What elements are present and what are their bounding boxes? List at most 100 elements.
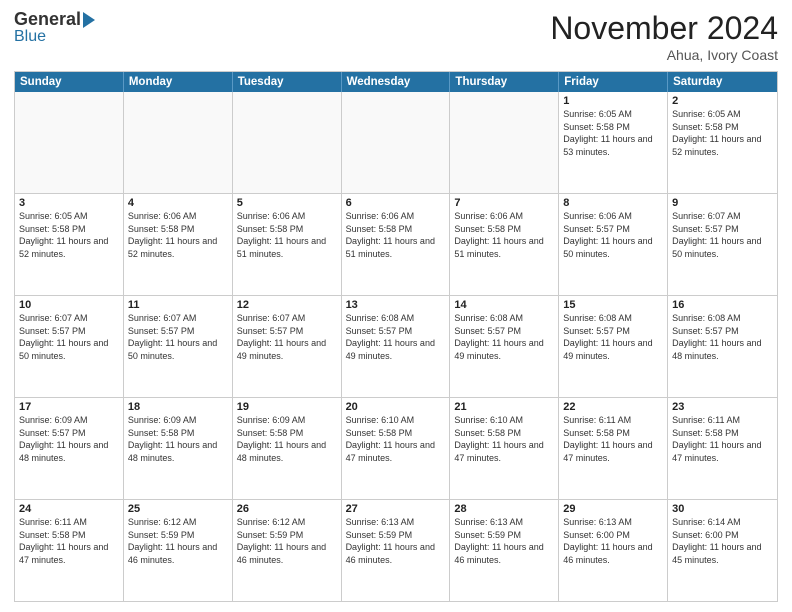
day-number: 1 [563, 95, 663, 107]
day-number: 8 [563, 197, 663, 209]
calendar-row: 17Sunrise: 6:09 AM Sunset: 5:57 PM Dayli… [15, 398, 777, 500]
calendar-cell: 7Sunrise: 6:06 AM Sunset: 5:58 PM Daylig… [450, 194, 559, 295]
day-number: 2 [672, 95, 773, 107]
day-number: 28 [454, 503, 554, 515]
day-info: Sunrise: 6:09 AM Sunset: 5:57 PM Dayligh… [19, 414, 119, 464]
calendar-cell: 2Sunrise: 6:05 AM Sunset: 5:58 PM Daylig… [668, 92, 777, 193]
calendar-cell: 8Sunrise: 6:06 AM Sunset: 5:57 PM Daylig… [559, 194, 668, 295]
calendar-cell: 16Sunrise: 6:08 AM Sunset: 5:57 PM Dayli… [668, 296, 777, 397]
day-info: Sunrise: 6:06 AM Sunset: 5:58 PM Dayligh… [237, 210, 337, 260]
day-info: Sunrise: 6:12 AM Sunset: 5:59 PM Dayligh… [128, 516, 228, 566]
day-number: 10 [19, 299, 119, 311]
calendar-cell: 28Sunrise: 6:13 AM Sunset: 5:59 PM Dayli… [450, 500, 559, 601]
calendar-cell [233, 92, 342, 193]
day-number: 9 [672, 197, 773, 209]
calendar-cell: 3Sunrise: 6:05 AM Sunset: 5:58 PM Daylig… [15, 194, 124, 295]
calendar-cell [342, 92, 451, 193]
day-info: Sunrise: 6:13 AM Sunset: 6:00 PM Dayligh… [563, 516, 663, 566]
calendar-cell: 1Sunrise: 6:05 AM Sunset: 5:58 PM Daylig… [559, 92, 668, 193]
day-info: Sunrise: 6:09 AM Sunset: 5:58 PM Dayligh… [237, 414, 337, 464]
day-info: Sunrise: 6:08 AM Sunset: 5:57 PM Dayligh… [672, 312, 773, 362]
day-info: Sunrise: 6:06 AM Sunset: 5:58 PM Dayligh… [454, 210, 554, 260]
day-number: 25 [128, 503, 228, 515]
calendar-header-cell: Tuesday [233, 72, 342, 92]
calendar-cell: 6Sunrise: 6:06 AM Sunset: 5:58 PM Daylig… [342, 194, 451, 295]
calendar-cell: 20Sunrise: 6:10 AM Sunset: 5:58 PM Dayli… [342, 398, 451, 499]
logo: General Blue [14, 10, 95, 46]
day-info: Sunrise: 6:06 AM Sunset: 5:58 PM Dayligh… [128, 210, 228, 260]
calendar-cell: 19Sunrise: 6:09 AM Sunset: 5:58 PM Dayli… [233, 398, 342, 499]
calendar-cell [124, 92, 233, 193]
day-number: 27 [346, 503, 446, 515]
calendar-cell: 25Sunrise: 6:12 AM Sunset: 5:59 PM Dayli… [124, 500, 233, 601]
header: General Blue November 2024 Ahua, Ivory C… [14, 10, 778, 63]
day-number: 7 [454, 197, 554, 209]
calendar-header-cell: Sunday [15, 72, 124, 92]
day-number: 29 [563, 503, 663, 515]
calendar-cell: 5Sunrise: 6:06 AM Sunset: 5:58 PM Daylig… [233, 194, 342, 295]
logo-arrow-icon [83, 12, 95, 28]
location: Ahua, Ivory Coast [550, 47, 778, 63]
day-number: 5 [237, 197, 337, 209]
day-info: Sunrise: 6:13 AM Sunset: 5:59 PM Dayligh… [346, 516, 446, 566]
day-number: 18 [128, 401, 228, 413]
calendar-cell: 21Sunrise: 6:10 AM Sunset: 5:58 PM Dayli… [450, 398, 559, 499]
calendar-row: 3Sunrise: 6:05 AM Sunset: 5:58 PM Daylig… [15, 194, 777, 296]
calendar-cell: 22Sunrise: 6:11 AM Sunset: 5:58 PM Dayli… [559, 398, 668, 499]
calendar-cell: 11Sunrise: 6:07 AM Sunset: 5:57 PM Dayli… [124, 296, 233, 397]
calendar-cell: 9Sunrise: 6:07 AM Sunset: 5:57 PM Daylig… [668, 194, 777, 295]
day-info: Sunrise: 6:07 AM Sunset: 5:57 PM Dayligh… [672, 210, 773, 260]
day-number: 30 [672, 503, 773, 515]
calendar-header: SundayMondayTuesdayWednesdayThursdayFrid… [15, 72, 777, 92]
title-block: November 2024 Ahua, Ivory Coast [550, 10, 778, 63]
calendar-header-cell: Thursday [450, 72, 559, 92]
calendar-cell: 27Sunrise: 6:13 AM Sunset: 5:59 PM Dayli… [342, 500, 451, 601]
day-info: Sunrise: 6:10 AM Sunset: 5:58 PM Dayligh… [346, 414, 446, 464]
day-number: 17 [19, 401, 119, 413]
day-number: 13 [346, 299, 446, 311]
day-number: 4 [128, 197, 228, 209]
calendar-cell: 29Sunrise: 6:13 AM Sunset: 6:00 PM Dayli… [559, 500, 668, 601]
logo-general-text: General [14, 10, 81, 28]
day-number: 15 [563, 299, 663, 311]
day-info: Sunrise: 6:05 AM Sunset: 5:58 PM Dayligh… [563, 108, 663, 158]
day-number: 20 [346, 401, 446, 413]
day-info: Sunrise: 6:11 AM Sunset: 5:58 PM Dayligh… [19, 516, 119, 566]
calendar-header-cell: Monday [124, 72, 233, 92]
day-number: 19 [237, 401, 337, 413]
day-info: Sunrise: 6:10 AM Sunset: 5:58 PM Dayligh… [454, 414, 554, 464]
day-number: 22 [563, 401, 663, 413]
calendar-cell: 30Sunrise: 6:14 AM Sunset: 6:00 PM Dayli… [668, 500, 777, 601]
day-number: 16 [672, 299, 773, 311]
calendar-cell: 23Sunrise: 6:11 AM Sunset: 5:58 PM Dayli… [668, 398, 777, 499]
calendar-cell: 10Sunrise: 6:07 AM Sunset: 5:57 PM Dayli… [15, 296, 124, 397]
day-info: Sunrise: 6:08 AM Sunset: 5:57 PM Dayligh… [563, 312, 663, 362]
day-info: Sunrise: 6:14 AM Sunset: 6:00 PM Dayligh… [672, 516, 773, 566]
calendar-body: 1Sunrise: 6:05 AM Sunset: 5:58 PM Daylig… [15, 92, 777, 601]
day-info: Sunrise: 6:07 AM Sunset: 5:57 PM Dayligh… [19, 312, 119, 362]
calendar-cell: 13Sunrise: 6:08 AM Sunset: 5:57 PM Dayli… [342, 296, 451, 397]
calendar-cell: 26Sunrise: 6:12 AM Sunset: 5:59 PM Dayli… [233, 500, 342, 601]
calendar-cell: 15Sunrise: 6:08 AM Sunset: 5:57 PM Dayli… [559, 296, 668, 397]
calendar-row: 24Sunrise: 6:11 AM Sunset: 5:58 PM Dayli… [15, 500, 777, 601]
day-info: Sunrise: 6:08 AM Sunset: 5:57 PM Dayligh… [346, 312, 446, 362]
calendar-cell: 4Sunrise: 6:06 AM Sunset: 5:58 PM Daylig… [124, 194, 233, 295]
calendar-header-cell: Saturday [668, 72, 777, 92]
calendar-cell [15, 92, 124, 193]
calendar-row: 10Sunrise: 6:07 AM Sunset: 5:57 PM Dayli… [15, 296, 777, 398]
page: General Blue November 2024 Ahua, Ivory C… [0, 0, 792, 612]
day-number: 23 [672, 401, 773, 413]
day-number: 6 [346, 197, 446, 209]
day-number: 21 [454, 401, 554, 413]
calendar: SundayMondayTuesdayWednesdayThursdayFrid… [14, 71, 778, 602]
day-number: 24 [19, 503, 119, 515]
day-info: Sunrise: 6:05 AM Sunset: 5:58 PM Dayligh… [19, 210, 119, 260]
day-number: 11 [128, 299, 228, 311]
day-info: Sunrise: 6:06 AM Sunset: 5:57 PM Dayligh… [563, 210, 663, 260]
day-info: Sunrise: 6:11 AM Sunset: 5:58 PM Dayligh… [672, 414, 773, 464]
calendar-cell: 14Sunrise: 6:08 AM Sunset: 5:57 PM Dayli… [450, 296, 559, 397]
month-title: November 2024 [550, 10, 778, 47]
day-info: Sunrise: 6:06 AM Sunset: 5:58 PM Dayligh… [346, 210, 446, 260]
day-number: 12 [237, 299, 337, 311]
day-info: Sunrise: 6:05 AM Sunset: 5:58 PM Dayligh… [672, 108, 773, 158]
